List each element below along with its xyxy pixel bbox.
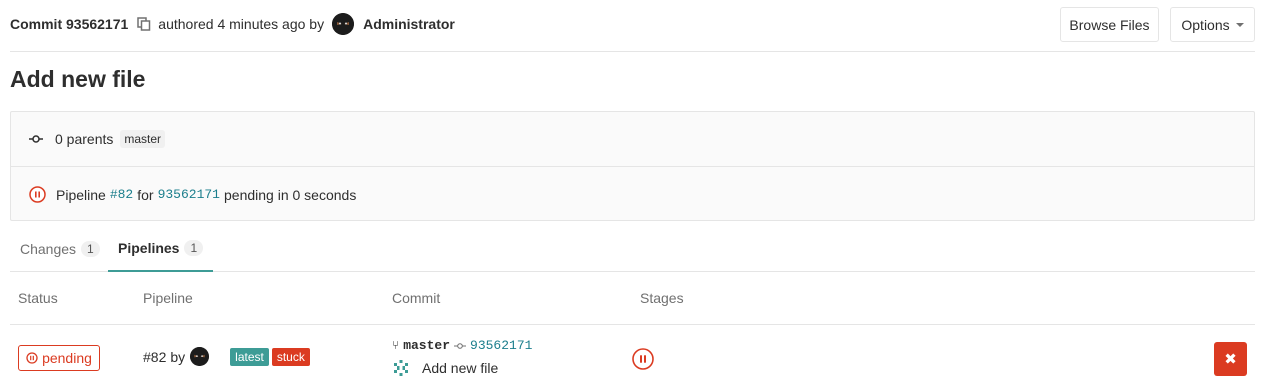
- parents-text: 0 parents: [55, 131, 114, 147]
- commit-title: Add new file: [10, 66, 146, 92]
- commit-title-link[interactable]: Add new file: [422, 360, 498, 376]
- copy-icon[interactable]: [137, 17, 151, 31]
- stuck-label: stuck: [271, 347, 310, 366]
- commit-node-icon: [29, 135, 43, 143]
- pipeline-word: Pipeline: [56, 186, 106, 203]
- commit-info-box: 0 parents master Pipeline #82 for 935621…: [10, 111, 1255, 221]
- options-dropdown-button[interactable]: Options: [1170, 7, 1255, 42]
- pipeline-link[interactable]: #82: [110, 187, 133, 202]
- options-label: Options: [1181, 16, 1230, 33]
- tab-changes-count: 1: [81, 241, 100, 257]
- tab-pipelines-count: 1: [184, 240, 204, 256]
- by-word: by: [170, 348, 186, 365]
- pending-status-icon[interactable]: [29, 186, 46, 203]
- table-row: pending #82 by latest stuck ⑂ master 935…: [10, 325, 1255, 386]
- browse-files-label: Browse Files: [1069, 16, 1150, 33]
- commit-cell: ⑂ master 93562171 Add new file: [392, 338, 532, 377]
- tab-pipelines-label: Pipelines: [118, 240, 180, 256]
- cancel-pipeline-button[interactable]: ✖: [1214, 342, 1247, 376]
- status-badge[interactable]: pending: [18, 345, 100, 371]
- tab-changes-label: Changes: [20, 241, 77, 257]
- triggerer-avatar[interactable]: [190, 347, 210, 366]
- pipeline-cell: #82 by latest stuck: [143, 347, 310, 366]
- status-label: pending: [42, 350, 92, 366]
- latest-label: latest: [230, 347, 269, 366]
- branch-link[interactable]: master: [403, 338, 450, 353]
- for-word: for: [137, 186, 154, 203]
- header-status: Status: [18, 290, 58, 306]
- tab-changes[interactable]: Changes 1: [20, 226, 100, 272]
- commit-title-line: Add new file: [392, 359, 532, 377]
- branch-icon: ⑂: [392, 338, 400, 353]
- authored-text: authored 4 minutes ago by: [158, 16, 325, 32]
- commit-header: Commit 93562171 authored 4 minutes ago b…: [10, 0, 1255, 52]
- header-pipeline: Pipeline: [143, 290, 193, 306]
- pending-icon: [26, 352, 38, 364]
- commit-hash-link[interactable]: 93562171: [470, 338, 532, 353]
- browse-files-button[interactable]: Browse Files: [1060, 7, 1159, 42]
- pipeline-status-row: Pipeline #82 for 93562171 pending in 0 s…: [11, 167, 1254, 222]
- pipelines-table-header: Status Pipeline Commit Stages: [10, 272, 1255, 325]
- close-icon: ✖: [1224, 351, 1237, 368]
- commit-icon: [454, 342, 467, 349]
- parents-row: 0 parents master: [11, 112, 1254, 167]
- commit-label: Commit 93562171: [10, 16, 129, 32]
- caret-down-icon: [1235, 22, 1244, 27]
- identicon-avatar[interactable]: [392, 359, 410, 377]
- header-commit: Commit: [392, 290, 441, 306]
- pipeline-id-link[interactable]: #82: [143, 349, 166, 365]
- stage-pending-icon[interactable]: [632, 348, 654, 370]
- commit-meta: Commit 93562171 authored 4 minutes ago b…: [10, 13, 455, 35]
- tab-pipelines[interactable]: Pipelines 1: [108, 226, 214, 272]
- commit-tabs: Changes 1 Pipelines 1: [10, 226, 1255, 272]
- author-avatar[interactable]: [332, 13, 355, 35]
- header-stages: Stages: [640, 290, 684, 306]
- branch-badge[interactable]: master: [120, 130, 166, 148]
- pending-text: pending in 0 seconds: [224, 186, 357, 203]
- author-name[interactable]: Administrator: [363, 16, 455, 32]
- commit-sha-link[interactable]: 93562171: [158, 187, 220, 202]
- commit-ref-line: ⑂ master 93562171: [392, 338, 532, 353]
